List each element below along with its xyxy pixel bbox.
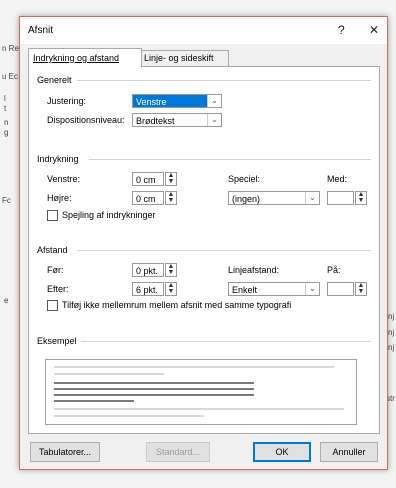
space-after-spinner[interactable]: ▲ ▼	[165, 282, 177, 296]
divider	[81, 341, 371, 342]
tab-label: Indrykning og afstand	[33, 53, 120, 63]
space-before-spinner[interactable]: ▲ ▼	[165, 263, 177, 277]
chevron-down-icon: ⌄	[207, 114, 221, 126]
preview-next-paragraph	[54, 415, 204, 417]
left-indent-spinner[interactable]: ▲ ▼	[165, 172, 177, 186]
by-spinner[interactable]: ▲ ▼	[355, 191, 367, 205]
special-label: Speciel:	[228, 174, 261, 184]
preview-prev-paragraph	[54, 366, 334, 368]
tabs-button-label: Tabulatorer...	[38, 447, 92, 457]
bg-text: nj	[388, 312, 395, 321]
preview-sample-paragraph	[54, 400, 134, 402]
right-indent-label: Højre:	[47, 193, 72, 203]
preview-sample-paragraph	[54, 388, 254, 390]
at-label: På:	[327, 265, 341, 275]
ok-button-label: OK	[275, 447, 289, 457]
by-input[interactable]	[327, 191, 354, 205]
indentation-heading: Indrykning	[37, 154, 79, 164]
by-label: Med:	[327, 174, 348, 184]
mirror-indents-label: Spejling af indrykninger	[62, 210, 156, 220]
preview-next-paragraph	[54, 408, 344, 410]
bg-text: u Ec	[2, 72, 19, 81]
alignment-select[interactable]: Venstre ⌄	[132, 94, 222, 108]
bg-text: l	[4, 94, 6, 103]
space-before-input[interactable]: 0 pkt.	[132, 263, 164, 277]
line-spacing-select[interactable]: Enkelt ⌄	[228, 282, 320, 296]
general-heading: Generelt	[37, 75, 72, 85]
chevron-down-icon: ⌄	[305, 192, 319, 204]
preview-heading: Eksempel	[37, 336, 77, 346]
right-indent-input[interactable]: 0 cm	[132, 191, 164, 205]
right-indent-spinner[interactable]: ▲ ▼	[165, 191, 177, 205]
bg-text: n	[4, 118, 9, 127]
space-before-value: 0 pkt.	[136, 266, 159, 276]
bg-text: nj	[388, 343, 395, 352]
alignment-label: Justering:	[47, 96, 87, 106]
line-spacing-value: Enkelt	[232, 285, 258, 295]
divider	[77, 80, 371, 81]
preview-prev-paragraph	[54, 373, 164, 375]
dialog-title: Afsnit	[28, 25, 54, 36]
title-bar: Afsnit ? ✕	[20, 17, 387, 44]
bg-text: t	[4, 104, 7, 113]
space-after-input[interactable]: 6 pkt.	[132, 282, 164, 296]
no-space-same-style-label: Tilføj ikke mellemrum mellem afsnit med …	[62, 300, 292, 310]
bg-text: Fc	[2, 196, 11, 205]
mirror-indents-checkbox[interactable]	[47, 210, 58, 221]
tab-panel: Generelt Justering: Venstre ⌄ Dispositio…	[28, 66, 380, 434]
line-spacing-label: Linjeafstand:	[228, 265, 280, 275]
outline-level-label: Dispositionsniveau:	[47, 115, 125, 125]
bg-text: e	[4, 296, 9, 305]
bg-text: n Re	[2, 44, 19, 53]
paragraph-dialog: Afsnit ? ✕ Indrykning og afstand Linje- …	[19, 16, 388, 470]
default-button-label: Standard...	[155, 447, 201, 457]
space-after-label: Efter:	[47, 284, 69, 294]
no-space-same-style-checkbox[interactable]	[47, 300, 58, 311]
chevron-down-icon: ⌄	[305, 283, 319, 295]
tab-indents-spacing[interactable]: Indrykning og afstand	[28, 48, 142, 67]
cancel-button-label: Annuller	[332, 447, 366, 457]
cancel-button[interactable]: Annuller	[320, 442, 378, 462]
at-spinner[interactable]: ▲ ▼	[355, 282, 367, 296]
divider	[89, 159, 371, 160]
close-button[interactable]: ✕	[369, 23, 379, 37]
outline-level-select[interactable]: Brødtekst ⌄	[132, 113, 222, 127]
special-select[interactable]: (ingen) ⌄	[228, 191, 320, 205]
bg-text: g	[4, 128, 9, 137]
chevron-down-icon: ⌄	[207, 95, 221, 107]
divider	[77, 250, 371, 251]
preview-sample-paragraph	[54, 382, 254, 384]
ok-button[interactable]: OK	[253, 442, 311, 462]
preview-box	[45, 359, 357, 425]
tabs-button[interactable]: Tabulatorer...	[30, 442, 100, 462]
bg-text: nj	[388, 328, 395, 337]
right-indent-value: 0 cm	[136, 194, 156, 204]
tab-label: Linje- og sideskift	[144, 53, 214, 63]
tab-line-page-breaks[interactable]: Linje- og sideskift	[139, 50, 229, 66]
set-as-default-button[interactable]: Standard...	[146, 442, 210, 462]
left-indent-label: Venstre:	[47, 174, 81, 184]
space-after-value: 6 pkt.	[136, 285, 159, 295]
left-indent-value: 0 cm	[136, 175, 156, 185]
spacing-heading: Afstand	[37, 245, 68, 255]
preview-sample-paragraph	[54, 394, 254, 396]
outline-level-value: Brødtekst	[136, 116, 175, 126]
at-input[interactable]	[327, 282, 354, 296]
alignment-value: Venstre	[136, 97, 167, 107]
left-indent-input[interactable]: 0 cm	[132, 172, 164, 186]
space-before-label: Før:	[47, 265, 64, 275]
special-value: (ingen)	[232, 194, 261, 204]
help-button[interactable]: ?	[338, 23, 345, 37]
